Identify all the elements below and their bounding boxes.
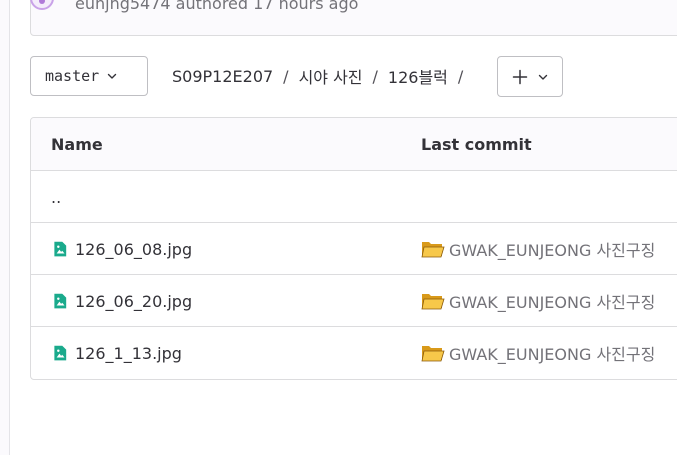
commit-message: GWAK_EUNJEONG 사진구징 bbox=[449, 241, 656, 260]
column-header-last-commit: Last commit bbox=[421, 135, 532, 154]
chevron-down-icon bbox=[538, 74, 548, 80]
table-header: Name Last commit bbox=[31, 118, 677, 171]
file-link[interactable]: 126_06_08.jpg bbox=[51, 223, 192, 275]
file-image-icon bbox=[54, 241, 67, 257]
table-row-parent-dir[interactable]: .. bbox=[31, 171, 677, 223]
breadcrumb-separator: / bbox=[372, 66, 378, 86]
commit-message-link[interactable]: GWAK_EUNJEONG 사진구징 bbox=[421, 223, 655, 275]
branch-name: master bbox=[45, 67, 100, 85]
commit-message: GWAK_EUNJEONG 사진구징 bbox=[449, 293, 656, 312]
file-name: 126_06_20.jpg bbox=[75, 291, 193, 311]
commit-message: GWAK_EUNJEONG 사진구징 bbox=[449, 345, 656, 364]
branch-dropdown[interactable]: master bbox=[30, 56, 148, 96]
open-folder-emoji-icon bbox=[421, 242, 445, 258]
breadcrumb-repo[interactable]: S09P12E207 bbox=[172, 67, 273, 86]
left-sidebar-rail bbox=[0, 0, 10, 455]
commit-message-link[interactable]: GWAK_EUNJEONG 사진구징 bbox=[421, 327, 655, 379]
table-row[interactable]: 126_06_20.jpg GWAK_EUNJEONG 사진구징 bbox=[31, 275, 677, 327]
file-image-icon bbox=[54, 345, 67, 361]
file-tree-table: Name Last commit .. 126_06_08.jpg GWAK_E… bbox=[30, 117, 677, 380]
file-link[interactable]: 126_1_13.jpg bbox=[51, 327, 182, 379]
open-folder-emoji-icon bbox=[421, 294, 445, 310]
breadcrumb-separator: / bbox=[457, 66, 464, 86]
table-row[interactable]: 126_1_13.jpg GWAK_EUNJEONG 사진구징 bbox=[31, 327, 677, 379]
file-name: 126_06_08.jpg bbox=[75, 239, 193, 259]
breadcrumb-current[interactable]: 126블럭 bbox=[388, 64, 448, 88]
file-name: 126_1_13.jpg bbox=[75, 343, 182, 363]
chevron-down-icon bbox=[107, 73, 117, 79]
add-to-tree-dropdown[interactable] bbox=[497, 56, 563, 97]
breadcrumb-folder[interactable]: 시야 사진 bbox=[299, 64, 363, 88]
parent-dir-link[interactable]: .. bbox=[51, 171, 61, 223]
file-image-icon bbox=[54, 293, 67, 309]
table-row[interactable]: 126_06_08.jpg GWAK_EUNJEONG 사진구징 bbox=[31, 223, 677, 275]
breadcrumb-separator: / bbox=[283, 66, 289, 86]
plus-icon bbox=[512, 69, 528, 84]
commit-author-text: eunjng5474 authored 17 hours ago bbox=[75, 0, 359, 13]
open-folder-emoji-icon bbox=[421, 346, 445, 362]
breadcrumb: S09P12E207 / 시야 사진 / 126블럭 / bbox=[172, 64, 473, 88]
commit-message-link[interactable]: GWAK_EUNJEONG 사진구징 bbox=[421, 275, 655, 327]
file-link[interactable]: 126_06_20.jpg bbox=[51, 275, 192, 327]
column-header-name: Name bbox=[51, 135, 103, 154]
